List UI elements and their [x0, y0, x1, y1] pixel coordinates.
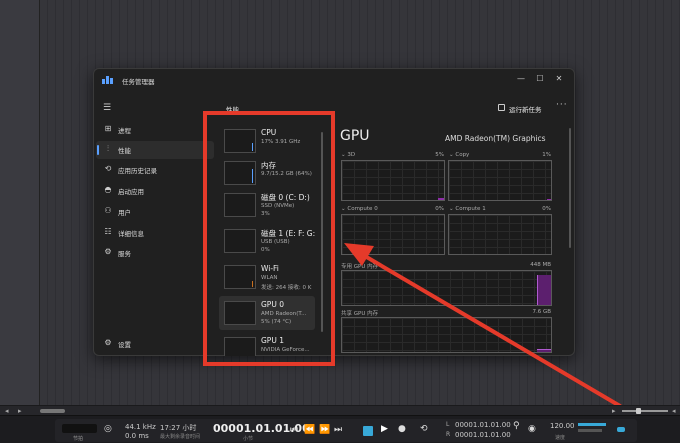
- annotation-arrow: [344, 243, 622, 408]
- zoom-slider-knob[interactable]: [636, 408, 641, 414]
- output-meter: [578, 423, 606, 426]
- track-label: 节拍: [73, 436, 84, 442]
- zoom-slider-track[interactable]: [622, 410, 668, 412]
- loop-icon[interactable]: ⟲: [420, 424, 428, 434]
- toggle-switch[interactable]: [617, 427, 625, 432]
- daw-horizontal-scrollbar[interactable]: ◂ ▸ ▸ ◂: [0, 405, 680, 415]
- tempo-label: 速度: [555, 435, 566, 441]
- right-locator[interactable]: 00001.01.01.00: [455, 431, 511, 439]
- transport-bar: 节拍 ◎ 44.1 kHz 0.0 ms 17:27 小时 最大剩余录音时间 0…: [0, 415, 680, 443]
- stop-button[interactable]: [363, 426, 373, 436]
- performance-meter-icon[interactable]: ◎: [104, 424, 112, 434]
- record-time: 17:27 小时: [160, 424, 197, 432]
- rewind-icon[interactable]: ⏪: [304, 425, 315, 435]
- latency: 0.0 ms: [125, 432, 149, 440]
- track-meter: [62, 424, 97, 433]
- scroll-thumb[interactable]: [40, 409, 65, 413]
- tempo-value[interactable]: 120.00: [550, 422, 575, 430]
- fast-forward-icon[interactable]: ⏩: [319, 425, 330, 435]
- output-meter-2: [578, 429, 602, 432]
- metronome-icon[interactable]: ⚲: [513, 421, 520, 431]
- position-unit: 小节: [243, 436, 254, 442]
- record-time-label: 最大剩余录音时间: [160, 434, 201, 440]
- return-to-zero-icon[interactable]: ⏮: [290, 425, 298, 435]
- sample-rate: 44.1 kHz: [125, 423, 156, 431]
- punch-icon[interactable]: ◉: [528, 424, 536, 434]
- play-button[interactable]: ▶: [381, 424, 388, 434]
- record-button[interactable]: ●: [398, 424, 406, 434]
- left-locator[interactable]: 00001.01.01.00: [455, 421, 511, 429]
- go-to-end-icon[interactable]: ⏭: [334, 425, 342, 435]
- right-locator-label: R: [446, 431, 451, 438]
- left-locator-label: L: [446, 421, 450, 428]
